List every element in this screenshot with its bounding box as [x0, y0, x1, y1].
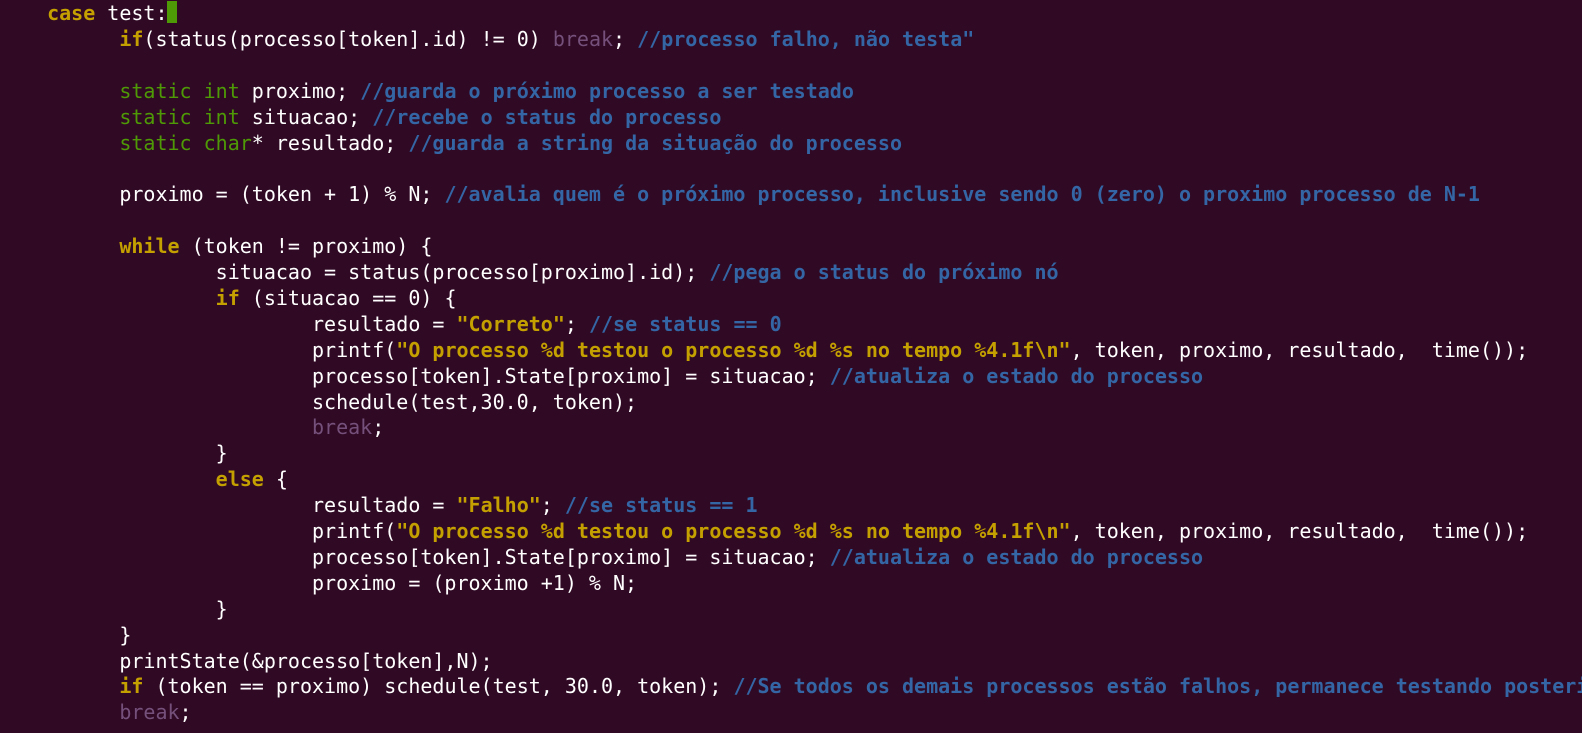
- code-token-break: break: [552, 26, 614, 51]
- code-line[interactable]: situacao = status(processo[proximo].id);…: [23, 259, 1059, 285]
- code-token-plain: printf(: [23, 519, 397, 543]
- code-token-plain: proximo = (token + 1) % N;: [23, 182, 445, 207]
- code-token-plain: ;: [540, 493, 565, 518]
- code-token-break: break: [119, 700, 180, 725]
- code-token-comment: //recebe o status do processo: [372, 104, 722, 129]
- code-line[interactable]: static int proximo; //guarda o próximo p…: [23, 78, 854, 104]
- code-token-type: static int: [119, 104, 240, 129]
- code-token-plain: printState(&processo[token],N);: [23, 648, 493, 673]
- code-token-keyword: while: [119, 234, 180, 259]
- code-token-string: "Falho": [456, 493, 541, 518]
- code-line[interactable]: else {: [23, 466, 288, 492]
- code-line[interactable]: if (situacao == 0) {: [23, 285, 457, 311]
- code-token-plain: proximo;: [239, 78, 361, 103]
- code-token-plain: }: [23, 596, 228, 621]
- code-token-string: "Correto": [456, 311, 565, 336]
- code-token-keyword: if: [119, 674, 144, 699]
- code-line[interactable]: proximo = (token + 1) % N; //avalia quem…: [23, 181, 1480, 207]
- code-token-type: static char: [119, 130, 252, 155]
- code-line[interactable]: processo[token].State[proximo] = situaca…: [23, 544, 1203, 570]
- code-line[interactable]: }: [23, 622, 131, 648]
- code-token-keyword: if: [119, 26, 144, 51]
- code-token-plain: (token == proximo) schedule(test, 30.0, …: [143, 674, 734, 699]
- code-line[interactable]: processo[token].State[proximo] = situaca…: [23, 363, 1203, 389]
- code-token-string: "O processo %d testou o processo %d %s n…: [396, 337, 1071, 362]
- code-token-comment: //pega o status do próximo nó: [709, 260, 1059, 284]
- code-token-comment: //avalia quem é o próximo processo, incl…: [444, 182, 1480, 207]
- code-token-break: break: [311, 415, 373, 440]
- code-line[interactable]: resultado = "Falho"; //se status == 1: [23, 492, 758, 518]
- code-line[interactable]: printState(&processo[token],N);: [23, 648, 493, 674]
- code-token-comment: //atualiza o estado do processo: [829, 544, 1204, 569]
- code-token-plain: (token != proximo) {: [179, 234, 433, 259]
- code-token-plain: }: [23, 622, 132, 647]
- code-token-type: static int: [119, 78, 240, 103]
- text-cursor: [167, 1, 178, 23]
- code-token-plain: schedule(test,30.0, token);: [23, 389, 638, 414]
- code-token-keyword: case: [47, 1, 96, 25]
- code-token-plain: ;: [613, 26, 638, 51]
- code-token-plain: , token, proximo, resultado, time());: [1070, 519, 1529, 543]
- code-line[interactable]: if(status(processo[token].id) != 0) brea…: [23, 26, 974, 52]
- code-token-string: "O processo %d testou o processo %d %s n…: [396, 519, 1071, 543]
- code-token-plain: * resultado;: [251, 130, 409, 155]
- code-line[interactable]: static char* resultado; //guarda a strin…: [23, 130, 902, 156]
- code-token-plain: processo[token].State[proximo] = situaca…: [23, 363, 830, 388]
- code-token-plain: situacao;: [239, 104, 373, 129]
- code-line[interactable]: printf("O processo %d testou o processo …: [23, 518, 1528, 544]
- code-token-comment: //Se todos os demais processos estão fal…: [733, 674, 1582, 699]
- code-token-plain: {: [263, 467, 288, 492]
- code-token-plain: test:: [95, 1, 168, 25]
- code-token-plain: ;: [372, 415, 385, 440]
- code-line[interactable]: }: [23, 440, 228, 466]
- code-line[interactable]: }: [23, 596, 228, 622]
- code-line[interactable]: break;: [23, 699, 192, 725]
- terminal-window[interactable]: case test: if(status(processo[token].id)…: [0, 0, 1582, 733]
- code-token-comment: //guarda o próximo processo a ser testad…: [360, 78, 854, 103]
- code-token-plain: ;: [564, 311, 589, 336]
- code-token-keyword: else: [215, 467, 264, 492]
- code-token-comment: //se status == 0: [588, 311, 782, 336]
- code-token-plain: processo[token].State[proximo] = situaca…: [23, 544, 830, 569]
- code-line[interactable]: schedule(test,30.0, token);: [23, 389, 637, 415]
- code-token-plain: resultado =: [23, 493, 457, 518]
- code-line[interactable]: static int situacao; //recebe o status d…: [23, 104, 721, 130]
- code-token-plain: proximo = (proximo +1) % N;: [23, 570, 638, 595]
- code-line[interactable]: break;: [23, 414, 384, 440]
- code-token-plain: resultado =: [23, 311, 457, 336]
- code-line[interactable]: printf("O processo %d testou o processo …: [23, 337, 1528, 363]
- code-token-comment: //guarda a string da situação do process…: [408, 130, 903, 155]
- code-token-plain: situacao = status(processo[proximo].id);: [23, 260, 710, 284]
- code-token-plain: (status(processo[token].id) != 0): [143, 26, 553, 51]
- code-line[interactable]: proximo = (proximo +1) % N;: [23, 570, 637, 596]
- code-token-plain: (situacao == 0) {: [239, 285, 457, 310]
- code-token-plain: printf(: [23, 337, 397, 362]
- code-token-comment: //se status == 1: [564, 493, 758, 518]
- code-token-comment: //atualiza o estado do processo: [829, 363, 1204, 388]
- code-token-keyword: if: [215, 285, 240, 310]
- code-line[interactable]: if (token == proximo) schedule(test, 30.…: [23, 673, 1582, 699]
- code-token-plain: , token, proximo, resultado, time());: [1070, 337, 1529, 362]
- code-token-plain: ;: [179, 700, 192, 725]
- code-token-plain: }: [23, 441, 228, 466]
- code-token-comment: //processo falho, não testa": [637, 26, 975, 51]
- code-line[interactable]: while (token != proximo) {: [23, 233, 432, 259]
- code-line[interactable]: case test:: [23, 0, 168, 26]
- code-line[interactable]: resultado = "Correto"; //se status == 0: [23, 311, 782, 337]
